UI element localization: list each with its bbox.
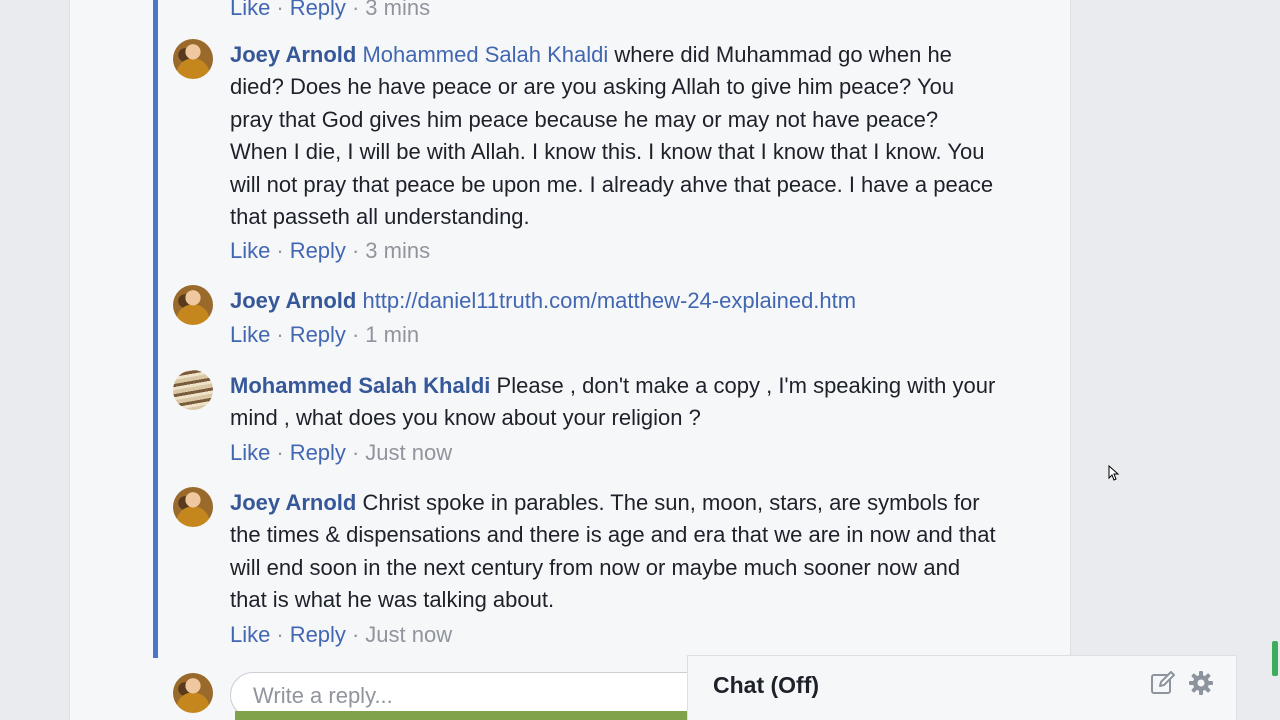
separator-dot: · <box>276 0 284 20</box>
comment-body: where did Muhammad go when he died? Does… <box>230 42 994 230</box>
like-link[interactable]: Like <box>230 238 270 263</box>
comment-author[interactable]: Joey Arnold <box>230 288 356 313</box>
like-link[interactable]: Like <box>230 0 270 20</box>
comment-text: Joey Arnold Mohammed Salah Khaldi where … <box>230 39 1000 233</box>
separator-dot: · <box>276 238 284 264</box>
comment-actions: Like · Reply · Just now <box>230 439 1000 467</box>
separator-dot: · <box>276 439 284 465</box>
avatar[interactable] <box>173 673 213 713</box>
comment-actions: Like · Reply · 3 mins <box>230 237 1000 265</box>
comment-time[interactable]: 1 min <box>365 322 419 347</box>
comment-author[interactable]: Joey Arnold <box>230 42 356 67</box>
reply-link[interactable]: Reply <box>290 322 346 347</box>
mouse-cursor-icon <box>1108 464 1120 481</box>
avatar[interactable] <box>173 370 213 410</box>
comment-time[interactable]: 3 mins <box>365 0 430 20</box>
compose-icon[interactable] <box>1150 670 1176 696</box>
comment-actions: Like · Reply · Just now <box>230 621 1000 649</box>
separator-dot: · <box>276 621 284 647</box>
like-link[interactable]: Like <box>230 322 270 347</box>
like-link[interactable]: Like <box>230 622 270 647</box>
reply-link[interactable]: Reply <box>290 0 346 20</box>
reply-link[interactable]: Reply <box>290 622 346 647</box>
separator-dot: · <box>351 621 360 647</box>
comment-time[interactable]: Just now <box>365 622 452 647</box>
separator-dot: · <box>351 238 360 264</box>
scrollbar[interactable] <box>1272 641 1278 676</box>
comment-text: Mohammed Salah Khaldi Please , don't mak… <box>230 370 1000 435</box>
previous-comment-actions: Like · Reply · 3 mins <box>230 0 430 22</box>
comment-time[interactable]: Just now <box>365 440 452 465</box>
url-link[interactable]: http://daniel11truth.com/matthew-24-expl… <box>362 288 856 313</box>
gear-icon[interactable] <box>1188 670 1214 696</box>
thread-indicator <box>153 0 158 658</box>
like-link[interactable]: Like <box>230 440 270 465</box>
comment-time[interactable]: 3 mins <box>365 238 430 263</box>
avatar[interactable] <box>173 487 213 527</box>
chat-title[interactable]: Chat (Off) <box>713 672 819 699</box>
avatar[interactable] <box>173 285 213 325</box>
chat-bar[interactable]: Chat (Off) <box>687 655 1237 720</box>
mention-link[interactable]: Mohammed Salah Khaldi <box>362 42 608 67</box>
separator-dot: · <box>351 0 360 20</box>
reply-link[interactable]: Reply <box>290 440 346 465</box>
avatar[interactable] <box>173 39 213 79</box>
separator-dot: · <box>351 322 360 348</box>
comment-actions: Like · Reply · 1 min <box>230 321 1000 349</box>
reply-link[interactable]: Reply <box>290 238 346 263</box>
separator-dot: · <box>351 439 360 465</box>
separator-dot: · <box>276 322 284 348</box>
comment-author[interactable]: Mohammed Salah Khaldi <box>230 373 490 398</box>
comment-text: Joey Arnold Christ spoke in parables. Th… <box>230 487 1000 617</box>
comment-text: Joey Arnold http://daniel11truth.com/mat… <box>230 285 1000 317</box>
comment-author[interactable]: Joey Arnold <box>230 490 356 515</box>
